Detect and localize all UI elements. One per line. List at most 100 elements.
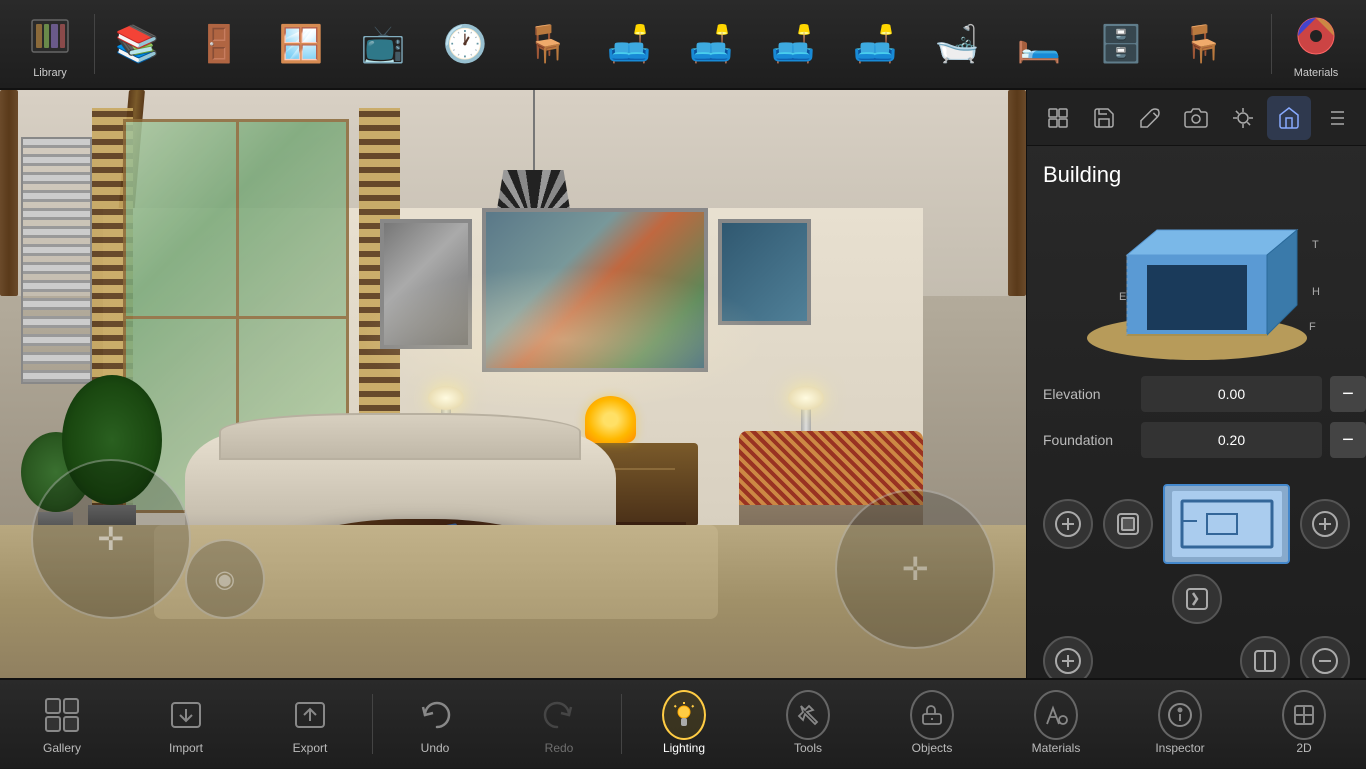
foundation-input[interactable] xyxy=(1141,422,1322,458)
furniture-sofa-pink[interactable]: 🛋️ xyxy=(755,6,831,82)
furniture-bed[interactable]: 🛏️ xyxy=(1001,6,1077,82)
export-icon xyxy=(288,693,332,737)
undo-button[interactable]: Undo xyxy=(373,679,497,769)
panel-home-button[interactable] xyxy=(1267,96,1311,140)
remove-button[interactable] xyxy=(1172,574,1222,624)
svg-text:F: F xyxy=(1309,321,1316,333)
beam-1 xyxy=(0,90,18,296)
furniture-armchair-yellow[interactable]: 🛋️ xyxy=(591,6,667,82)
materials-icon xyxy=(1289,9,1343,63)
foundation-decrease-button[interactable]: − xyxy=(1330,422,1366,458)
room-scene: ✛ ◉ ✛ xyxy=(0,90,1026,678)
furniture-bookshelf[interactable]: 📚 xyxy=(99,6,175,82)
gallery-label: Gallery xyxy=(43,741,81,755)
furniture-cabinet[interactable]: 🗄️ xyxy=(1083,6,1159,82)
snap-button[interactable] xyxy=(1240,636,1290,678)
panel-toolbar xyxy=(1027,90,1366,146)
gallery-icon xyxy=(40,693,84,737)
bottom-toolbar: Gallery Import Export xyxy=(0,678,1366,768)
lighting-icon xyxy=(662,693,706,737)
corner-button[interactable] xyxy=(1300,636,1350,678)
artwork-1 xyxy=(380,219,472,348)
export-button[interactable]: Export xyxy=(248,679,372,769)
materials-bottom-button[interactable]: Materials xyxy=(994,679,1118,769)
svg-text:H: H xyxy=(1312,286,1320,298)
inspector-label: Inspector xyxy=(1155,741,1204,755)
floor-plan-svg xyxy=(1167,486,1287,562)
elevation-input[interactable] xyxy=(1141,376,1322,412)
tools-icon xyxy=(786,693,830,737)
panel-camera-button[interactable] xyxy=(1174,96,1218,140)
redo-icon xyxy=(537,693,581,737)
materials-bottom-label: Materials xyxy=(1032,741,1081,755)
foundation-row: Foundation − + xyxy=(1043,422,1350,458)
orbit-control[interactable]: ✛ xyxy=(835,489,995,649)
undo-icon xyxy=(413,693,457,737)
floor-plan-preview[interactable] xyxy=(1163,484,1290,564)
objects-label: Objects xyxy=(912,741,953,755)
panel-lighting-button[interactable] xyxy=(1221,96,1265,140)
objects-icon xyxy=(910,693,954,737)
lamp-head-right xyxy=(788,386,824,410)
viewport: ✛ ◉ ✛ xyxy=(0,90,1026,678)
add-object-button[interactable] xyxy=(1300,499,1350,549)
library-button[interactable]: Library xyxy=(10,4,90,84)
flower-vase xyxy=(585,396,636,443)
materials-label: Materials xyxy=(1294,67,1339,79)
building-preview: T H E F xyxy=(1067,200,1327,360)
floor-plan-row xyxy=(1027,476,1366,632)
pan-control[interactable]: ✛ xyxy=(31,459,191,619)
furniture-strip: 📚🚪🪟📺🕐🪑🛋️🛋️🛋️🛋️🛁🛏️🗄️🪑 xyxy=(99,6,1267,82)
furniture-armchair-pink[interactable]: 🛋️ xyxy=(673,6,749,82)
panel-save-button[interactable] xyxy=(1082,96,1126,140)
panel-paint-button[interactable] xyxy=(1128,96,1172,140)
building-section: Building T H E F xyxy=(1027,146,1366,476)
elevation-label: Elevation xyxy=(1043,386,1133,402)
beam-3 xyxy=(1008,90,1026,296)
furniture-door[interactable]: 🚪 xyxy=(181,6,257,82)
materials-button[interactable]: Materials xyxy=(1276,4,1356,84)
artwork-3 xyxy=(718,219,810,325)
tools-button[interactable]: Tools xyxy=(746,679,870,769)
building-title: Building xyxy=(1043,162,1350,188)
materials-bottom-icon xyxy=(1034,693,1078,737)
lighting-label: Lighting xyxy=(663,741,705,755)
redo-button[interactable]: Redo xyxy=(497,679,621,769)
toolbar-separator xyxy=(94,14,95,74)
building-svg: T H E F xyxy=(1067,200,1327,360)
furniture-window[interactable]: 🪟 xyxy=(263,6,339,82)
right-panel: Building T H E F xyxy=(1026,90,1366,678)
objects-button[interactable]: Objects xyxy=(870,679,994,769)
furniture-tv[interactable]: 📺 xyxy=(345,6,421,82)
furniture-sofa-yellow[interactable]: 🛋️ xyxy=(837,6,913,82)
2d-label: 2D xyxy=(1296,741,1311,755)
furniture-bathtub[interactable]: 🛁 xyxy=(919,6,995,82)
export-label: Export xyxy=(293,741,328,755)
library-icon xyxy=(23,9,77,63)
artwork-2 xyxy=(482,208,708,373)
furniture-chair-red[interactable]: 🪑 xyxy=(509,6,585,82)
redo-label: Redo xyxy=(545,741,574,755)
foundation-label: Foundation xyxy=(1043,432,1133,448)
import-button[interactable]: Import xyxy=(124,679,248,769)
floor-plan-row-2 xyxy=(1027,628,1366,678)
furniture-chair-red2[interactable]: 🪑 xyxy=(1165,6,1241,82)
inspector-button[interactable]: Inspector xyxy=(1118,679,1242,769)
object-button-1[interactable] xyxy=(1103,499,1153,549)
2d-icon xyxy=(1282,693,1326,737)
panel-list-button[interactable] xyxy=(1313,96,1357,140)
toolbar-separator-right xyxy=(1271,14,1272,74)
undo-label: Undo xyxy=(421,741,450,755)
elevation-decrease-button[interactable]: − xyxy=(1330,376,1366,412)
panel-build-button[interactable] xyxy=(1036,96,1080,140)
2d-button[interactable]: 2D xyxy=(1242,679,1366,769)
add-floor-button[interactable] xyxy=(1043,499,1093,549)
add-element-button[interactable] xyxy=(1043,636,1093,678)
furniture-clock[interactable]: 🕐 xyxy=(427,6,503,82)
wall-decor-left xyxy=(21,137,93,384)
inspector-icon xyxy=(1158,693,1202,737)
tools-label: Tools xyxy=(794,741,822,755)
lighting-button[interactable]: Lighting xyxy=(622,679,746,769)
gallery-button[interactable]: Gallery xyxy=(0,679,124,769)
rotate-control[interactable]: ◉ xyxy=(185,539,265,619)
